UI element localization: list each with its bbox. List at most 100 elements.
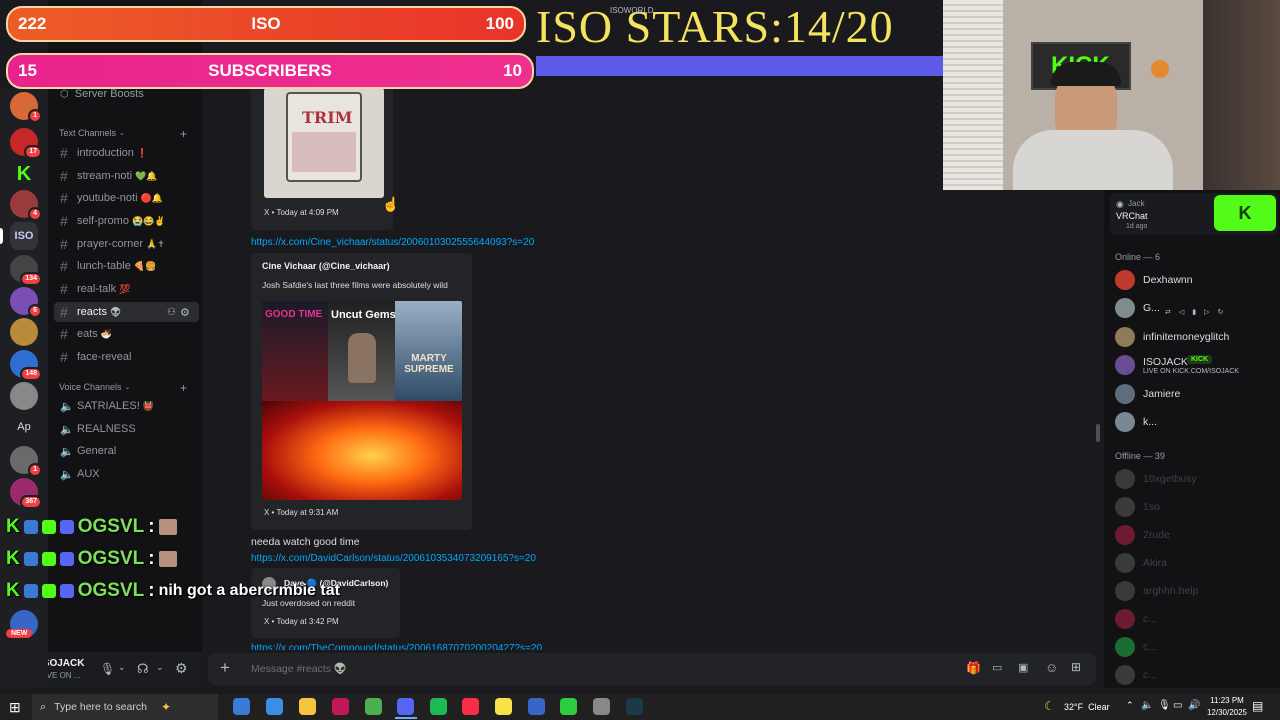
headphones-icon[interactable]: ☊ (137, 661, 149, 677)
member-item-offline[interactable]: 1so (1115, 495, 1160, 519)
chrome-icon[interactable] (365, 698, 382, 715)
channel-item-real-talk[interactable]: # real-talk 💯 (54, 279, 199, 299)
scrollbar-thumb[interactable] (1096, 424, 1100, 442)
voice-channel-general[interactable]: 🔈 General (54, 441, 199, 461)
server-icon[interactable] (10, 382, 38, 410)
channel-item-self-promo[interactable]: # self-promo 😭😂✌ (54, 211, 199, 231)
member-item[interactable]: G... ⇄◁▮▷↻ (1115, 296, 1223, 320)
server-icon[interactable]: 134 (10, 255, 42, 286)
poster-title: Uncut Gems (331, 309, 396, 321)
server-icon[interactable]: 148 (10, 350, 42, 381)
file-explorer-icon[interactable] (299, 698, 316, 715)
server-icon[interactable]: 17 (10, 128, 42, 159)
clock-time[interactable]: 11:23 PM (1207, 696, 1247, 705)
chevron-down-icon[interactable]: ⌄ (118, 662, 126, 673)
channel-item-face-reveal[interactable]: # face-reveal (54, 347, 199, 367)
voice-channel-aux[interactable]: 🔈 AUX (54, 464, 199, 484)
app-icon[interactable] (528, 698, 545, 715)
network-icon[interactable]: ▭ (1173, 700, 1182, 711)
member-item-offline[interactable]: 2rude (1115, 523, 1170, 547)
voice-channel-realness[interactable]: 🔈 REALNESS (54, 419, 199, 439)
chevron-down-icon[interactable]: ⌄ (156, 662, 164, 673)
speaker-icon[interactable]: 🔈 (1141, 700, 1153, 711)
member-item-offline[interactable]: c... (1115, 663, 1157, 687)
weather-text[interactable]: 32°F Clear (1064, 702, 1110, 712)
member-item[interactable]: ISOJACK LIVE ON KICK.COM/ISOJACK KICK (1115, 353, 1239, 377)
channel-item-introduction[interactable]: # introduction ❗ (54, 143, 199, 163)
message-link[interactable]: https://x.com/Cine_vichaar/status/200601… (251, 237, 534, 248)
member-item-offline[interactable]: c... (1115, 607, 1157, 631)
voice-channels-category[interactable]: Voice Channels ⌄ (59, 382, 130, 392)
server-icon[interactable]: K (10, 160, 38, 188)
app-icon[interactable] (593, 698, 610, 715)
embed-image[interactable]: GOOD TIME Uncut Gems MARTY SUPREME (262, 301, 462, 500)
iso-bar-label: ISO (251, 14, 281, 33)
hashtag-icon: # (60, 304, 68, 320)
gift-icon[interactable]: 🎁 (966, 661, 981, 675)
member-item-offline[interactable]: Akira (1115, 551, 1167, 575)
channel-item-youtube-noti[interactable]: # youtube-noti 🔴🔔 (54, 188, 199, 208)
terminal-icon[interactable] (626, 698, 643, 715)
channel-item-lunch-table[interactable]: # lunch-table 🍕🍔 (54, 256, 199, 276)
taskbar-search[interactable]: ⌕ Type here to search ✦ (32, 694, 218, 720)
server-icon[interactable]: 367 (10, 478, 42, 509)
emoji-icon[interactable]: ☺ (1045, 660, 1058, 675)
channel-item-prayer-corner[interactable]: # prayer-corner 🙏✝ (54, 234, 199, 254)
server-boosts[interactable]: ⬡ Server Boosts (60, 88, 144, 100)
member-item-offline[interactable]: 10xgetbusy (1115, 467, 1197, 491)
add-channel-icon[interactable]: + (180, 127, 187, 141)
settings-gear-icon[interactable]: ⚙ (180, 306, 190, 319)
kick-icon: K (6, 548, 20, 569)
embed-image[interactable]: TRIM (264, 88, 384, 198)
activity-card[interactable]: ◉ Jack VRChat 1d ago K (1110, 193, 1278, 235)
add-attachment-icon[interactable]: + (220, 658, 230, 678)
microphone-icon[interactable]: 🎙 (1158, 700, 1171, 711)
gif-icon[interactable]: ▭ (992, 661, 1002, 674)
channel-item-stream-noti[interactable]: # stream-noti 💚🔔 (54, 166, 199, 186)
add-voice-channel-icon[interactable]: + (180, 381, 187, 395)
member-item-offline[interactable]: c... (1115, 635, 1157, 659)
server-icon[interactable]: 6 (10, 287, 42, 318)
server-icon-iso[interactable]: ISO (10, 222, 38, 250)
settings-gear-icon[interactable]: ⚙ (175, 660, 188, 677)
add-member-icon[interactable]: ⚇ (167, 307, 176, 318)
server-icon[interactable]: 1 (10, 92, 42, 123)
server-icon-ap[interactable]: Ap (10, 413, 38, 441)
member-item[interactable]: infinitemoneyglitch (1115, 325, 1229, 349)
server-icon[interactable]: 4 (10, 190, 42, 221)
spotify-icon[interactable] (430, 698, 447, 715)
text-channels-category[interactable]: Text Channels ⌄ (59, 128, 125, 138)
discord-icon[interactable] (397, 698, 414, 715)
windows-start-icon[interactable]: ⊞ (9, 699, 21, 716)
media-controls[interactable]: ⇄◁▮▷↻ (1165, 308, 1231, 316)
notification-icon[interactable]: ▤ (1252, 699, 1263, 713)
message-link[interactable]: https://x.com/TheCompound/status/2006168… (251, 643, 542, 650)
sticker-icon[interactable]: ▣ (1018, 661, 1028, 674)
message-input-box[interactable]: + Message #reacts 👽 🎁 ▭ ▣ ☺ ⊞ (208, 653, 1096, 685)
member-item[interactable]: Dexhawnn (1115, 268, 1193, 292)
embed-author[interactable]: Cine Vichaar (@Cine_vichaar) (262, 261, 390, 271)
message-input-placeholder[interactable]: Message #reacts 👽 (251, 662, 347, 675)
volume-icon[interactable]: 🔊 (1188, 700, 1200, 711)
member-item[interactable]: k... (1115, 410, 1157, 434)
voice-channel-satriales[interactable]: 🔈 SATRIALES! 👹 (54, 396, 199, 416)
member-item[interactable]: Jamiere (1115, 382, 1180, 406)
chevron-up-icon[interactable]: ⌃ (1126, 700, 1134, 711)
duolingo-icon[interactable] (560, 698, 577, 715)
server-icon[interactable] (10, 318, 38, 346)
store-icon[interactable] (266, 698, 283, 715)
sticky-notes-icon[interactable] (495, 698, 512, 715)
channel-item-reacts[interactable]: # reacts 👽 ⚇ ⚙ (54, 302, 199, 322)
microphone-icon[interactable]: 🎙 (100, 662, 115, 676)
message-link[interactable]: https://x.com/DavidCarlson/status/200610… (251, 553, 536, 564)
channel-item-eats[interactable]: # eats 🍜 (54, 324, 199, 344)
music-icon[interactable] (462, 698, 479, 715)
member-item-offline[interactable]: arghhh.help (1115, 579, 1198, 603)
server-icon[interactable]: 1 (10, 446, 42, 477)
hashtag-icon: # (60, 190, 68, 206)
obs-icon[interactable] (332, 698, 349, 715)
embed-card: TRIM X • Today at 4:09 PM ☝ (251, 78, 399, 230)
apps-icon[interactable]: ⊞ (1071, 660, 1081, 674)
copilot-icon[interactable] (233, 698, 250, 715)
clock-date[interactable]: 12/30/2025 (1203, 708, 1251, 717)
